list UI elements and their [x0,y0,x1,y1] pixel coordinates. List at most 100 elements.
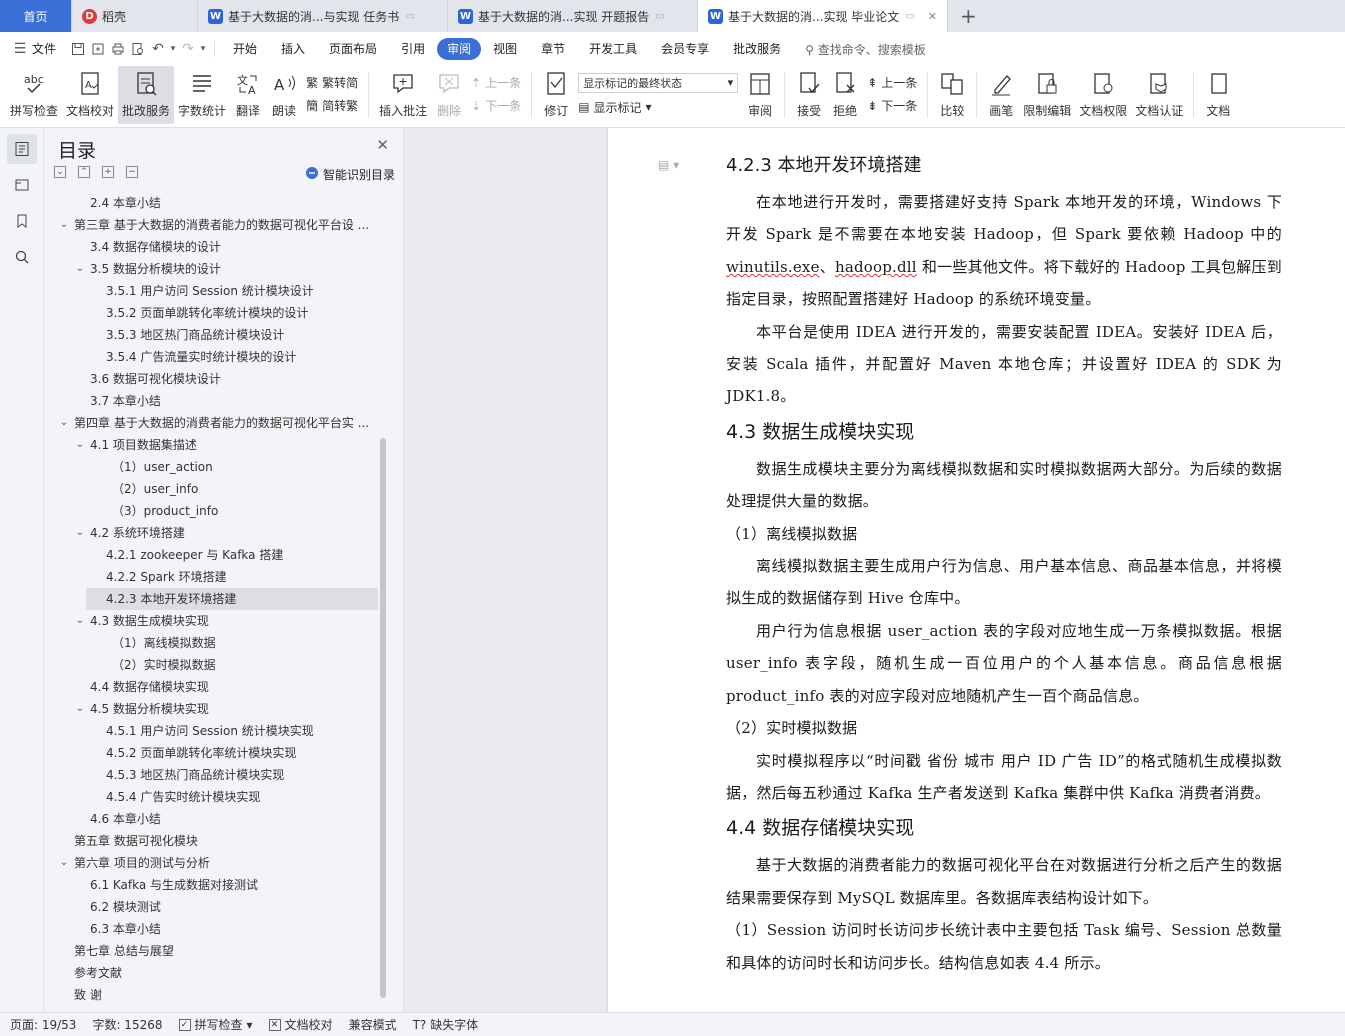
simp-to-trad-button[interactable]: 繁繁转简 [306,74,358,91]
toc-item[interactable]: ⌄ 3.5 数据分析模块的设计 [44,258,378,280]
print-icon[interactable] [108,39,128,59]
close-icon[interactable]: ✕ [376,136,389,154]
menu-developer[interactable]: 开发工具 [577,38,649,60]
toc-panel-icon[interactable] [7,134,37,164]
paragraph-marker-icon[interactable]: ▤ ▾ [658,158,679,172]
menu-section[interactable]: 章节 [529,38,577,60]
chevron-down-icon[interactable]: ⌄ [74,258,86,280]
print-preview-icon[interactable] [128,39,148,59]
word-count-button[interactable]: 字数统计 [174,66,230,124]
chevron-down-icon[interactable]: ⌄ [74,698,86,720]
search-icon[interactable] [7,242,37,272]
toc-item[interactable]: 6.2 模块测试 [44,896,378,918]
translate-button[interactable]: 文A 翻译 [230,66,266,124]
undo-icon[interactable]: ↶ [148,39,168,59]
toc-item[interactable]: ⌄ 第六章 项目的测试与分析 [44,852,378,874]
toc-scrollbar[interactable] [378,192,390,1006]
command-search[interactable]: ⚲ 查找命令、搜索模板 [805,41,926,58]
chevron-down-icon[interactable]: ⌄ [58,852,70,874]
toc-item[interactable]: 第七章 总结与展望 [44,940,378,962]
missing-fonts-button[interactable]: T? 缺失字体 [413,1016,479,1033]
prev-comment-button[interactable]: ⇡ 上一条 [471,74,521,91]
toc-item[interactable]: ⌄ 第三章 基于大数据的消费者能力的数据可视化平台设 ... [44,214,378,236]
close-tab-icon[interactable]: ✕ [922,10,937,23]
chevron-down-icon[interactable]: ⌄ [74,610,86,632]
toc-item[interactable]: ⌄ 4.1 项目数据集描述 [44,434,378,456]
toc-item[interactable]: 4.5.2 页面单跳转化率统计模块实现 [44,742,378,764]
menu-view[interactable]: 视图 [481,38,529,60]
toc-item[interactable]: ⌄ 第四章 基于大数据的消费者能力的数据可视化平台实 ... [44,412,378,434]
save-icon[interactable] [68,39,88,59]
menu-page-layout[interactable]: 页面布局 [317,38,389,60]
toc-item[interactable]: 4.6 本章小结 [44,808,378,830]
smart-toc-button[interactable]: 智能识别目录 [305,166,395,183]
chapter-nav-icon[interactable] [7,170,37,200]
menu-insert[interactable]: 插入 [269,38,317,60]
doc-proof-button[interactable]: A 文档校对 [62,66,118,124]
tab-task-document[interactable]: W 基于大数据的消...与实现 任务书 ▭ [198,0,448,32]
toc-item[interactable]: （1）离线模拟数据 [44,632,378,654]
toc-item[interactable]: 3.6 数据可视化模块设计 [44,368,378,390]
toc-item[interactable]: 3.5.4 广告流量实时统计模块的设计 [44,346,378,368]
tab-thesis-document[interactable]: W 基于大数据的消...实现 毕业论文 ▭ ✕ [698,0,948,32]
toc-item[interactable]: 参考文献 [44,962,378,984]
show-markup-button[interactable]: ▤ 显示标记 ▾ [578,99,738,116]
scrollbar-thumb[interactable] [380,438,386,998]
document-page[interactable]: ▤ ▾ 4.2.3 本地开发环境搭建 在本地进行开发时，需要搭建好支持 Spar… [608,128,1345,1012]
menu-correction[interactable]: 批改服务 [721,38,793,60]
doc-certify-button[interactable]: 文档认证 [1131,66,1187,124]
next-comment-button[interactable]: ⇣ 下一条 [471,97,521,114]
toc-item[interactable]: （2）实时模拟数据 [44,654,378,676]
chevron-down-icon[interactable]: ▾ [198,39,208,59]
tab-proposal-document[interactable]: W 基于大数据的消...实现 开题报告 ▭ [448,0,698,32]
status-doc-proof[interactable]: ✕ 文档校对 [268,1016,333,1033]
pen-button[interactable]: 画笔 [983,66,1019,124]
toc-item[interactable]: 4.5.1 用户访问 Session 统计模块实现 [44,720,378,742]
trad-to-simp-button[interactable]: 簡简转繁 [306,97,358,114]
toc-item[interactable]: ⌄ 4.5 数据分析模块实现 [44,698,378,720]
expand-all-icon[interactable]: ⌃ [78,166,90,178]
toc-item[interactable]: （1）user_action [44,456,378,478]
toc-item[interactable]: 3.7 本章小结 [44,390,378,412]
toc-item[interactable]: ⌄ 4.2 系统环境搭建 [44,522,378,544]
toc-item[interactable]: （3）product_info [44,500,378,522]
hamburger-menu-icon[interactable]: ☰ [10,39,30,59]
tab-docer[interactable]: D 稻壳 [72,0,198,32]
remove-heading-icon[interactable]: − [126,166,138,178]
chevron-down-icon[interactable]: ⌄ [58,412,70,434]
review-pane-button[interactable]: 审阅 [742,66,778,124]
menu-member[interactable]: 会员专享 [649,38,721,60]
page-indicator[interactable]: 页面: 19/53 [10,1016,76,1033]
accept-button[interactable]: 接受 [791,66,827,124]
toc-item[interactable]: 4.5.4 广告实时统计模块实现 [44,786,378,808]
chevron-down-icon[interactable]: ▾ [168,39,178,59]
compare-button[interactable]: 比较 [934,66,970,124]
toc-item[interactable]: 4.2.3 本地开发环境搭建 [86,588,378,610]
redo-icon[interactable]: ↷ [178,39,198,59]
menu-home[interactable]: 开始 [221,38,269,60]
toc-item[interactable]: 2.4 本章小结 [44,192,378,214]
restrict-edit-button[interactable]: 限制编辑 [1019,66,1075,124]
toc-item[interactable]: 4.2.2 Spark 环境搭建 [44,566,378,588]
chevron-down-icon[interactable]: ⌄ [74,522,86,544]
file-menu[interactable]: 文件 [30,38,68,60]
spell-check-button[interactable]: abc 拼写检查 [6,66,62,124]
more-doc-button[interactable]: 文档 [1200,66,1236,124]
chevron-down-icon[interactable]: ⌄ [74,434,86,456]
toc-item[interactable]: ⌄ 4.3 数据生成模块实现 [44,610,378,632]
reject-button[interactable]: 拒绝 [827,66,863,124]
menu-review[interactable]: 审阅 [437,38,482,60]
toc-item[interactable]: 3.5.1 用户访问 Session 统计模块设计 [44,280,378,302]
menu-references[interactable]: 引用 [389,38,437,60]
toc-item[interactable]: 6.3 本章小结 [44,918,378,940]
toc-item[interactable]: 致 谢 [44,984,378,1006]
delete-comment-button[interactable]: 删除 [431,66,467,124]
new-tab-button[interactable]: + [948,0,989,32]
correction-service-button[interactable]: 批改服务 [118,66,175,124]
word-count-indicator[interactable]: 字数: 15268 [92,1016,162,1033]
tab-home[interactable]: 首页 [0,0,72,32]
toc-item[interactable]: 3.4 数据存储模块的设计 [44,236,378,258]
doc-permission-button[interactable]: 文档权限 [1075,66,1131,124]
bookmark-icon[interactable] [7,206,37,236]
toc-item[interactable]: 4.4 数据存储模块实现 [44,676,378,698]
